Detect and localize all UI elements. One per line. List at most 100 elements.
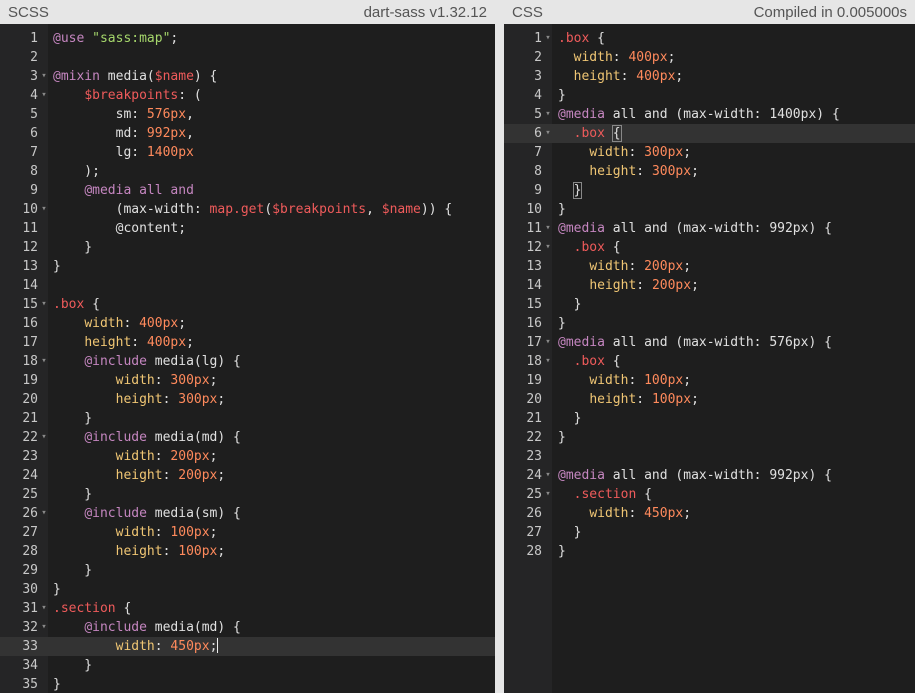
code-token: ;: [691, 392, 699, 407]
code-line[interactable]: 29 }: [0, 561, 495, 580]
code-line[interactable]: 28}: [504, 542, 915, 561]
code-line[interactable]: 17 ▾ @media all and (max-width: 576px) {: [504, 333, 915, 352]
code-line[interactable]: 17 height: 400px;: [0, 333, 495, 352]
code-line[interactable]: 33 width: 450px;: [0, 637, 495, 656]
code-token: width: [589, 259, 629, 274]
scss-code-lines[interactable]: 1 @use "sass:map"; 2 3 ▾ @mixin media($name) …: [0, 29, 495, 693]
chevron-down-icon[interactable]: ▾: [40, 428, 48, 447]
code-line[interactable]: 22}: [504, 428, 915, 447]
code-line[interactable]: 1 @use "sass:map";: [0, 29, 495, 48]
code-token: }: [53, 240, 93, 255]
code-line[interactable]: 19 width: 100px;: [504, 371, 915, 390]
code-line[interactable]: 35}: [0, 675, 495, 693]
line-number: 18: [22, 354, 38, 369]
code-line[interactable]: 4}: [504, 86, 915, 105]
code-line[interactable]: 10 ▾ (max-width: map.get($breakpoints, $n…: [0, 200, 495, 219]
code-line[interactable]: 26 ▾ @include media(sm) {: [0, 504, 495, 523]
code-line[interactable]: 27 width: 100px;: [0, 523, 495, 542]
code-line[interactable]: 5 ▾ @media all and (max-width: 1400px) {: [504, 105, 915, 124]
line-number: 6: [30, 126, 38, 141]
code-line[interactable]: 22 ▾ @include media(md) {: [0, 428, 495, 447]
css-editor[interactable]: 1 ▾ .box {2 width: 400px; 3 height: 400px; 4…: [504, 24, 915, 693]
code-line[interactable]: 14: [0, 276, 495, 295]
compiler-version-selector[interactable]: dart-sass v1.32.12: [364, 4, 487, 21]
code-line[interactable]: 7 width: 300px;: [504, 143, 915, 162]
code-line[interactable]: 24 height: 200px;: [0, 466, 495, 485]
chevron-down-icon[interactable]: ▾: [544, 485, 552, 504]
chevron-down-icon[interactable]: ▾: [40, 352, 48, 371]
code-line[interactable]: 2 width: 400px;: [504, 48, 915, 67]
code-line[interactable]: 6 md: 992px,: [0, 124, 495, 143]
code-line[interactable]: 2: [0, 48, 495, 67]
code-line[interactable]: 1 ▾ .box {: [504, 29, 915, 48]
code-token: }: [53, 582, 61, 597]
code-line[interactable]: 16}: [504, 314, 915, 333]
code-line[interactable]: 3 height: 400px;: [504, 67, 915, 86]
code-line[interactable]: 9 @media all and: [0, 181, 495, 200]
code-line[interactable]: 27 }: [504, 523, 915, 542]
code-token: :: [162, 468, 179, 483]
code-line[interactable]: 18 ▾ @include media(lg) {: [0, 352, 495, 371]
line-number: 26: [526, 506, 542, 521]
code-line[interactable]: 23 width: 200px;: [0, 447, 495, 466]
code-line[interactable]: 30}: [0, 580, 495, 599]
code-line[interactable]: 12 }: [0, 238, 495, 257]
code-line[interactable]: 19 width: 300px;: [0, 371, 495, 390]
code-line[interactable]: 20 height: 100px;: [504, 390, 915, 409]
code-line[interactable]: 21 }: [0, 409, 495, 428]
code-line[interactable]: 10}: [504, 200, 915, 219]
code-line[interactable]: 8 );: [0, 162, 495, 181]
chevron-down-icon[interactable]: ▾: [40, 67, 48, 86]
chevron-down-icon[interactable]: ▾: [544, 219, 552, 238]
chevron-down-icon[interactable]: ▾: [40, 618, 48, 637]
code-line[interactable]: 13}: [0, 257, 495, 276]
code-line[interactable]: 15 }: [504, 295, 915, 314]
chevron-down-icon[interactable]: ▾: [40, 599, 48, 618]
code-line[interactable]: 32 ▾ @include media(md) {: [0, 618, 495, 637]
code-line[interactable]: 25 ▾ .section {: [504, 485, 915, 504]
chevron-down-icon[interactable]: ▾: [40, 504, 48, 523]
code-line[interactable]: 24 ▾ @media all and (max-width: 992px) {: [504, 466, 915, 485]
code-line[interactable]: 28 height: 100px;: [0, 542, 495, 561]
code-line[interactable]: 14 height: 200px;: [504, 276, 915, 295]
chevron-down-icon[interactable]: ▾: [544, 29, 552, 48]
code-line[interactable]: 18 ▾ .box {: [504, 352, 915, 371]
code-line[interactable]: 21 }: [504, 409, 915, 428]
code-token: 100px: [644, 373, 684, 388]
code-line[interactable]: 23: [504, 447, 915, 466]
code-line[interactable]: 7 lg: 1400px: [0, 143, 495, 162]
chevron-down-icon[interactable]: ▾: [544, 124, 552, 143]
code-line[interactable]: 8 height: 300px;: [504, 162, 915, 181]
chevron-down-icon[interactable]: ▾: [544, 333, 552, 352]
code-line[interactable]: 15 ▾ .box {: [0, 295, 495, 314]
chevron-down-icon[interactable]: ▾: [40, 200, 48, 219]
code-line[interactable]: 13 width: 200px;: [504, 257, 915, 276]
code-line[interactable]: 3 ▾ @mixin media($name) {: [0, 67, 495, 86]
code-line[interactable]: 16 width: 400px;: [0, 314, 495, 333]
chevron-down-icon[interactable]: ▾: [40, 86, 48, 105]
code-line[interactable]: 26 width: 450px;: [504, 504, 915, 523]
pane-splitter[interactable]: [495, 0, 504, 693]
code-line[interactable]: 31 ▾ .section {: [0, 599, 495, 618]
code-line[interactable]: 4 ▾ $breakpoints: (: [0, 86, 495, 105]
code-line[interactable]: 34 }: [0, 656, 495, 675]
code-line[interactable]: 9 }: [504, 181, 915, 200]
code-line[interactable]: 11 ▾ @media all and (max-width: 992px) {: [504, 219, 915, 238]
css-code-lines[interactable]: 1 ▾ .box {2 width: 400px; 3 height: 400px; 4…: [504, 29, 915, 561]
chevron-down-icon[interactable]: ▾: [544, 238, 552, 257]
chevron-down-icon[interactable]: ▾: [544, 466, 552, 485]
code-line[interactable]: 5 sm: 576px,: [0, 105, 495, 124]
chevron-down-icon[interactable]: ▾: [544, 352, 552, 371]
line-number: 31: [22, 601, 38, 616]
chevron-down-icon[interactable]: ▾: [40, 295, 48, 314]
code-line[interactable]: 11 @content;: [0, 219, 495, 238]
scss-editor[interactable]: 1 @use "sass:map"; 2 3 ▾ @mixin media($name) …: [0, 24, 495, 693]
code-line[interactable]: 25 }: [0, 485, 495, 504]
code-line[interactable]: 6 ▾ .box {: [504, 124, 915, 143]
code-line[interactable]: 20 height: 300px;: [0, 390, 495, 409]
code-line[interactable]: 12 ▾ .box {: [504, 238, 915, 257]
chevron-down-icon[interactable]: ▾: [544, 105, 552, 124]
